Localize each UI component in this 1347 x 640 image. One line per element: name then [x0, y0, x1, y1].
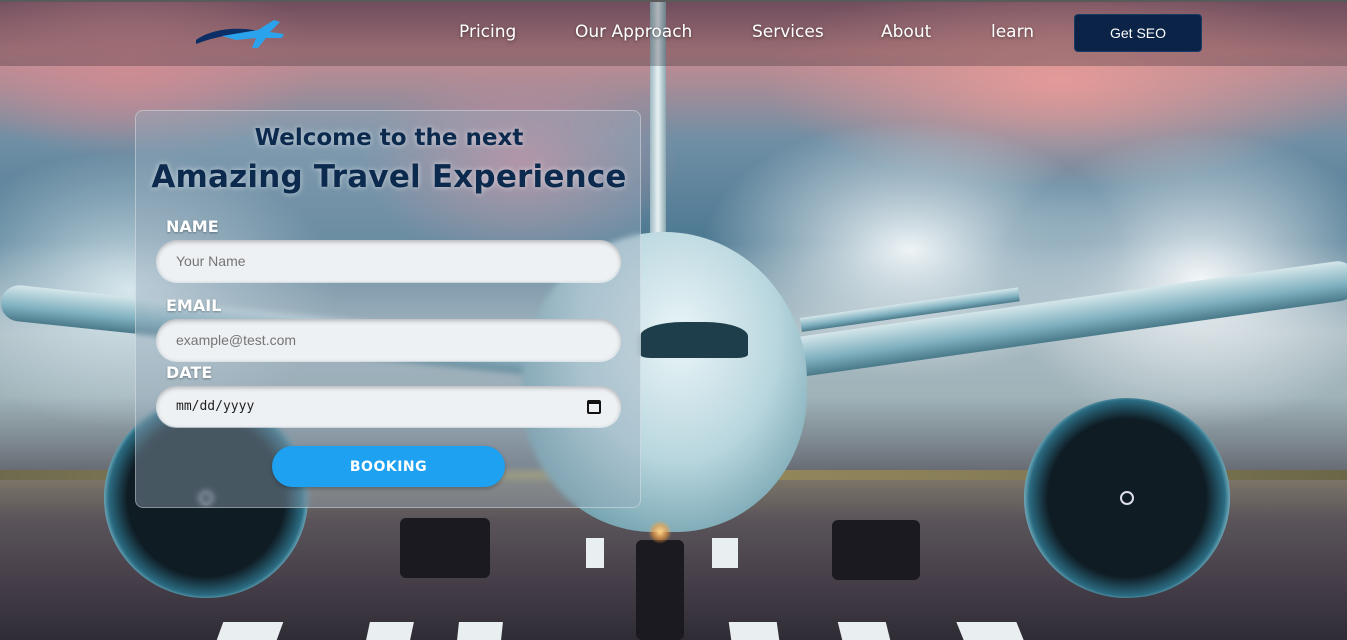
airplane-right-engine	[1024, 398, 1230, 598]
email-input[interactable]	[156, 319, 621, 361]
get-seo-button[interactable]: Get SEO	[1074, 14, 1202, 52]
engine-spinner	[1120, 491, 1134, 505]
nav-link-learn[interactable]: learn	[991, 22, 1034, 42]
nav-link-services[interactable]: Services	[752, 22, 824, 42]
logo[interactable]	[192, 14, 288, 50]
name-input[interactable]	[156, 240, 621, 282]
date-input[interactable]: mm/dd/yyyy	[156, 386, 621, 427]
runway-marking	[837, 622, 891, 640]
booking-button[interactable]: BOOKING	[272, 446, 505, 487]
runway-marking	[956, 622, 1024, 640]
runway-marking	[728, 622, 780, 640]
date-value: mm/dd/yyyy	[176, 399, 255, 414]
name-label: NAME	[166, 217, 219, 236]
runway-marking	[457, 622, 503, 640]
date-label: DATE	[166, 363, 213, 382]
email-label: EMAIL	[166, 296, 222, 315]
airplane-landing-gear	[400, 518, 490, 578]
form-kicker: Welcome to the next	[254, 125, 524, 151]
airplane-landing-gear	[832, 520, 920, 580]
form-title: Amazing Travel Experience	[151, 159, 627, 195]
runway-marking	[712, 538, 738, 568]
top-navbar: Pricing Our Approach Services About lear…	[0, 0, 1347, 66]
airplane-nose-gear	[636, 540, 684, 640]
nav-link-about[interactable]: About	[881, 22, 931, 42]
nav-link-pricing[interactable]: Pricing	[459, 22, 516, 42]
booking-form: Welcome to the next Amazing Travel Exper…	[135, 110, 641, 508]
nav-link-our-approach[interactable]: Our Approach	[575, 22, 692, 42]
runway-marking	[216, 622, 284, 640]
calendar-icon[interactable]	[587, 399, 601, 414]
runway-marking	[366, 622, 414, 640]
airplane-cockpit	[640, 322, 748, 358]
runway-marking	[586, 538, 604, 568]
nose-light	[648, 520, 672, 544]
airplane-icon	[196, 20, 284, 48]
